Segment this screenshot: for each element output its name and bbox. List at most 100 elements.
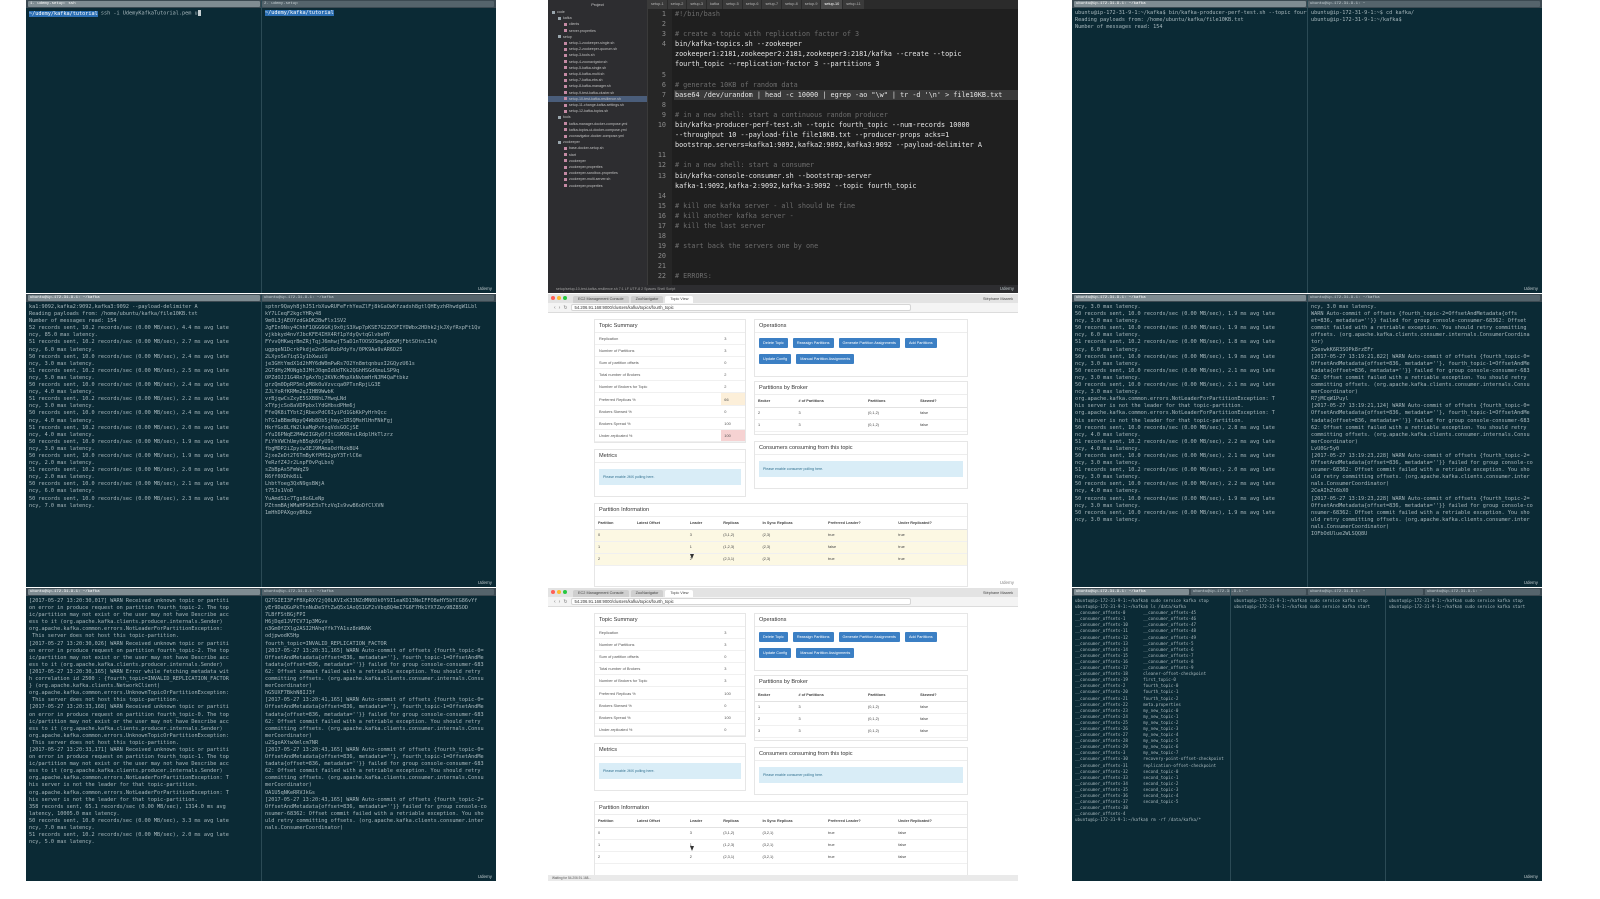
code-line[interactable]	[674, 251, 1018, 261]
jmx-polling-note[interactable]: Please enable JMX polling here.	[599, 763, 741, 779]
terminal-output[interactable]: ~/udemy/kafka/tutorial	[262, 8, 496, 19]
terminal-panel-bottom-right[interactable]: ubuntu@ip-172-31-9-1: ~/kafka ubuntu@ip-…	[1072, 588, 1542, 881]
editor-tab[interactable]: setup-3	[687, 0, 707, 9]
code-line[interactable]: --throughput 10 --payload-file file10KB.…	[674, 130, 1018, 140]
ide-window[interactable]: setup-1 setup-2 setup-3 kafka setup-5 setup-6…	[548, 0, 1018, 293]
generate-partition-assignments-button[interactable]: Generate Partition Assignments	[838, 632, 900, 642]
terminal-panel-top-right[interactable]: ubuntu@ip-172-31-9-1: ~/kafka ubuntu@ip-…	[1072, 0, 1542, 293]
browser-tab[interactable]: ZooNavigator	[630, 590, 664, 597]
code-line[interactable]	[674, 70, 1018, 80]
terminal-tab[interactable]: ubuntu@ip-172-31-9-1: ~	[1191, 589, 1306, 595]
terminal-output[interactable]: ~/udemy/kafka/tutorial ssh -i UdemyKafka…	[26, 8, 261, 20]
forward-icon[interactable]: ›	[559, 599, 561, 605]
code-line[interactable]: zookeeper1:2181,zookeeper2:2181,zookeepe…	[674, 49, 1018, 59]
editor-tab[interactable]: setup-7	[762, 0, 782, 9]
code-line[interactable]: fourth_topic --replication-factor 3 --pa…	[674, 59, 1018, 69]
reload-icon[interactable]: ↻	[563, 305, 567, 311]
code-comment[interactable]: # ERRORS:	[674, 271, 1018, 281]
reassign-partitions-button[interactable]: Reassign Partitions	[792, 632, 834, 642]
delete-topic-button[interactable]: Delete Topic	[759, 338, 788, 348]
url-input[interactable]: 54.206.91.168:9000/clusters/kafka/topics…	[570, 598, 911, 605]
browser-tab[interactable]: ZooNavigator	[630, 296, 664, 303]
editor-tab[interactable]: setup-11	[843, 0, 864, 9]
editor-tab[interactable]: setup-6	[742, 0, 762, 9]
add-partitions-button[interactable]: Add Partitions	[904, 632, 937, 642]
code-comment[interactable]: # create a topic with replication factor…	[674, 29, 1018, 39]
table-cell[interactable]: 1	[595, 541, 634, 554]
editor-tab[interactable]: setup-2	[667, 0, 687, 9]
table-cell[interactable]: 1	[755, 701, 796, 714]
code-comment[interactable]: # in a new shell: start a consumer	[674, 160, 1018, 170]
code-comment[interactable]: # kill one kafka server - all should be …	[674, 201, 1018, 211]
code-line[interactable]	[674, 100, 1018, 110]
table-cell[interactable]: 1	[755, 419, 796, 432]
terminal-panel-top-left[interactable]: 1. udemy-setup: ssh 2. udemy-setup ~/ude…	[26, 0, 496, 293]
file-tree[interactable]: code kafka clients server.properties setup se…	[548, 9, 647, 189]
reassign-partitions-button[interactable]: Reassign Partitions	[792, 338, 834, 348]
editor-tab[interactable]: setup-10	[821, 0, 843, 9]
forward-icon[interactable]: ›	[559, 305, 561, 311]
terminal-output[interactable]: [2017-05-27 13:20:30,017] WARN Received …	[26, 596, 261, 848]
terminal-panel-mid-right[interactable]: ubuntu@ip-172-31-9-1: ~/kafka ubuntu@ip-…	[1072, 294, 1542, 587]
back-icon[interactable]: ‹	[554, 599, 556, 605]
table-cell[interactable]: 0	[595, 529, 634, 542]
url-input[interactable]: 54.206.91.168:9000/clusters/kafka/topics…	[570, 304, 911, 311]
terminal-output[interactable]: ubuntu@ip-172-31-9-1:~$ cd kafka/ ubuntu…	[1308, 8, 1542, 26]
table-cell[interactable]: 2	[595, 553, 634, 566]
terminal-output[interactable]: ubuntu@ip-172-31-9-1:~/kafka$ sudo servi…	[1072, 596, 1230, 825]
editor-tab[interactable]: setup-8	[782, 0, 801, 9]
consumer-polling-note[interactable]: Please enable consumer polling here.	[759, 767, 963, 783]
terminal-output[interactable]: Q2TGIEI3FrFBXpRXY2jQ0LKVIxK33NZdMN0Dk0Y9…	[262, 596, 496, 834]
terminal-tab[interactable]: ubuntu@ip-172-31-9-1: ~/kafka	[1074, 1, 1306, 7]
generate-partition-assignments-button[interactable]: Generate Partition Assignments	[838, 338, 900, 348]
terminal-tab[interactable]: 1. udemy-setup: ssh	[28, 1, 260, 7]
browser-tab[interactable]: EC2 Management Console	[573, 590, 629, 597]
table-cell[interactable]: 2	[755, 407, 796, 420]
terminal-tab[interactable]: ubuntu@ip-172-31-9-1: ~/kafka	[1074, 589, 1189, 595]
consumer-polling-note[interactable]: Please enable consumer polling here.	[759, 461, 963, 477]
browser-tab[interactable]: Topic View	[665, 296, 694, 303]
code-line[interactable]: bin/kafka-topics.sh --zookeeper	[674, 39, 1018, 49]
terminal-output[interactable]: ubuntu@ip-172-31-9-1:~/kafka$ sudo servi…	[1386, 596, 1542, 612]
terminal-output[interactable]: ubuntu@ip-172-31-9-1:~/kafka$ sudo servi…	[1231, 596, 1385, 612]
terminal-tab[interactable]: ubuntu@ip-172-31-9-1: ~/kafka	[262, 589, 494, 595]
table-cell[interactable]: 1	[595, 839, 634, 852]
code-comment[interactable]: #!/bin/bash	[674, 9, 1018, 19]
profile-name[interactable]: Stéphane Maarek	[978, 296, 1018, 303]
code-line[interactable]: bin/kafka-producer-perf-test.sh --topic …	[674, 120, 1018, 130]
code-comment[interactable]: # generate 10KB of random data	[674, 80, 1018, 90]
terminal-tab[interactable]: ubuntu@ip-172-31-9-1: ~	[1308, 1, 1540, 7]
manual-partition-assignments-button[interactable]: Manual Partition Assignments	[796, 648, 855, 658]
terminal-tab[interactable]: ubuntu@ip-172-31-9-1: ~	[1308, 589, 1423, 595]
terminal-tab[interactable]: ubuntu@ip-172-31-9-1: ~/kafka	[1074, 295, 1306, 301]
browser-tab[interactable]: EC2 Management Console	[573, 296, 629, 303]
table-cell[interactable]: 3	[755, 725, 796, 738]
terminal-output[interactable]: ncy, 3.0 max latency. 50 records sent, 1…	[1072, 302, 1307, 526]
code-comment[interactable]: # kill the last server	[674, 221, 1018, 231]
back-icon[interactable]: ‹	[554, 305, 556, 311]
code-line[interactable]	[674, 19, 1018, 29]
code-line[interactable]: bootstrap.servers=kafka1:9092,kafka2:909…	[674, 140, 1018, 150]
editor-tab[interactable]: setup-1	[648, 0, 667, 9]
code-line[interactable]: base64 /dev/urandom | head -c 10000 | eg…	[674, 89, 1018, 100]
window-controls[interactable]	[551, 296, 567, 300]
code-line[interactable]	[674, 191, 1018, 201]
table-cell[interactable]: 2	[755, 713, 796, 726]
terminal-tab[interactable]: 2. udemy-setup	[262, 1, 494, 7]
code-comment[interactable]: # kill another kafka server -	[674, 211, 1018, 221]
tree-file[interactable]: zookeeper.properties	[548, 183, 647, 189]
code-line[interactable]: bin/kafka-console-consumer.sh --bootstra…	[674, 171, 1018, 181]
editor-tab[interactable]: kafka	[707, 0, 723, 9]
code-line[interactable]	[674, 231, 1018, 241]
table-cell[interactable]: 2	[595, 851, 634, 864]
window-controls[interactable]	[551, 590, 567, 594]
delete-topic-button[interactable]: Delete Topic	[759, 632, 788, 642]
browser-window-kafka-manager[interactable]: EC2 Management Console ZooNavigator Topi…	[548, 294, 1018, 587]
profile-name[interactable]: Stéphane Maarek	[978, 590, 1018, 597]
terminal-tab[interactable]: ubuntu@ip-172-31-9-1: ~/kafka	[1308, 295, 1540, 301]
code-comment[interactable]: # start back the servers one by one	[674, 241, 1018, 251]
editor-tab[interactable]: setup-9	[801, 0, 821, 9]
code-line[interactable]	[674, 261, 1018, 271]
terminal-tab[interactable]: ubuntu@ip-172-31-9-1: ~/kafka	[262, 295, 494, 301]
terminal-output[interactable]: ubuntu@ip-172-31-9-1:~/kafka$ bin/kafka-…	[1072, 8, 1307, 33]
